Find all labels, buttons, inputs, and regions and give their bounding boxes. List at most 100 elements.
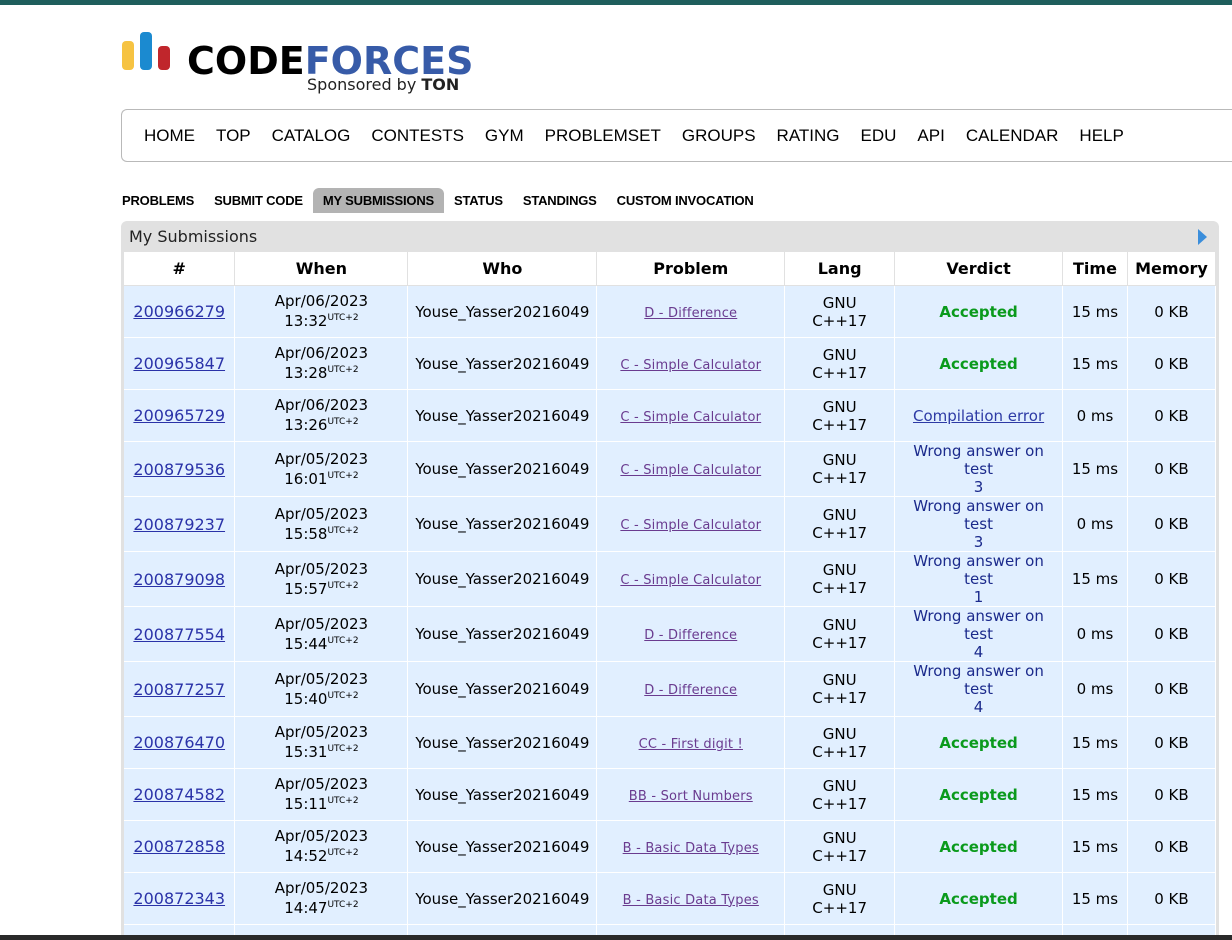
table-row: 200879536 Apr/05/2023 16:01UTC+2 Youse_Yass…	[124, 441, 1217, 497]
menu-item-rating[interactable]: RATING	[777, 126, 840, 146]
lang-line-1: GNU	[822, 880, 857, 899]
sponsor-prefix: Sponsored by	[307, 75, 422, 94]
submission-date: Apr/06/2023	[274, 344, 369, 362]
verdict-accepted: Accepted	[939, 733, 1018, 752]
submenu-standings[interactable]: STANDINGS	[513, 188, 607, 213]
submission-date: Apr/05/2023	[274, 827, 369, 845]
author-handle[interactable]: Youse_Yasser20216049	[415, 355, 589, 373]
author-handle[interactable]: Youse_Yasser20216049	[415, 680, 589, 698]
author-handle[interactable]: Youse_Yasser20216049	[415, 407, 589, 425]
submission-date: Apr/06/2023	[274, 292, 369, 310]
lang-line-2: C++17	[812, 634, 867, 652]
who-cell: Youse_Yasser20216049	[407, 285, 598, 338]
submission-time: 15:44	[284, 634, 328, 653]
timezone-label: UTC+2	[327, 580, 359, 591]
problem-link[interactable]: CC - First digit !	[639, 737, 743, 752]
verdict-text: Wrong answer on test	[913, 607, 1044, 643]
menu-item-api[interactable]: API	[917, 126, 944, 146]
lang-line-1: GNU	[822, 828, 857, 847]
author-handle[interactable]: Youse_Yasser20216049	[415, 786, 589, 804]
submenu-submit-code[interactable]: SUBMIT CODE	[204, 188, 313, 213]
submission-id-link[interactable]: 200965847	[133, 354, 225, 373]
bottom-window-bar	[0, 935, 1232, 940]
submission-id-link[interactable]: 200879536	[133, 460, 225, 479]
menu-item-edu[interactable]: EDU	[861, 126, 897, 146]
problem-cell: C - Simple Calculator	[596, 551, 786, 607]
problem-cell: C - Simple Calculator	[596, 389, 786, 442]
submission-id-link[interactable]: 200874582	[133, 785, 225, 804]
verdict-cell: Wrong answer on test 4	[894, 661, 1063, 717]
menu-item-contests[interactable]: CONTESTS	[371, 126, 464, 146]
submission-id-link[interactable]: 200879237	[133, 515, 225, 534]
who-cell: Youse_Yasser20216049	[407, 716, 598, 769]
column-header: #	[124, 252, 236, 286]
submission-id-link[interactable]: 200877257	[133, 680, 225, 699]
problem-link[interactable]: B - Basic Data Types	[623, 841, 759, 856]
submenu-status[interactable]: STATUS	[444, 188, 513, 213]
problem-link[interactable]: D - Difference	[644, 683, 737, 698]
submission-id-link[interactable]: 200966279	[133, 302, 225, 321]
menu-item-catalog[interactable]: CATALOG	[272, 126, 351, 146]
menu-item-problemset[interactable]: PROBLEMSET	[545, 126, 661, 146]
sidebar-toggle-arrow-icon[interactable]	[1198, 229, 1207, 245]
submenu-my-submissions[interactable]: MY SUBMISSIONS	[312, 188, 444, 213]
menu-item-help[interactable]: HELP	[1079, 126, 1123, 146]
menu-item-gym[interactable]: GYM	[485, 126, 524, 146]
lang-line-1: GNU	[822, 451, 857, 469]
submission-time: 16:01	[284, 469, 328, 488]
submission-id-link[interactable]: 200876470	[133, 733, 225, 752]
author-handle[interactable]: Youse_Yasser20216049	[415, 460, 589, 478]
submission-time: 15:11	[284, 795, 328, 813]
problem-link[interactable]: D - Difference	[644, 306, 737, 321]
time-cell: 15 ms	[1062, 441, 1128, 497]
problem-link[interactable]: C - Simple Calculator	[620, 463, 761, 478]
problem-link[interactable]: C - Simple Calculator	[620, 410, 761, 425]
menu-item-calendar[interactable]: CALENDAR	[966, 126, 1059, 146]
problem-link[interactable]: B - Basic Data Types	[623, 893, 759, 908]
column-header: Memory	[1127, 252, 1217, 286]
problem-link[interactable]: D - Difference	[644, 628, 737, 643]
menu-item-groups[interactable]: GROUPS	[682, 126, 756, 146]
lang-line-2: C++17	[812, 846, 867, 865]
memory-cell: 0 KB	[1127, 606, 1217, 662]
column-header: When	[234, 252, 409, 286]
problem-link[interactable]: C - Simple Calculator	[620, 573, 761, 588]
submission-id-link[interactable]: 200965729	[133, 406, 225, 425]
codeforces-logo[interactable]: CODEFORCES Sponsored by TON	[121, 32, 481, 98]
time-cell: 0 ms	[1062, 389, 1128, 442]
problem-link[interactable]: C - Simple Calculator	[620, 518, 761, 533]
timezone-label: UTC+2	[327, 417, 359, 427]
submenu-problems[interactable]: PROBLEMS	[121, 188, 204, 213]
memory-cell: 0 KB	[1127, 661, 1217, 717]
problem-link[interactable]: BB - Sort Numbers	[629, 789, 753, 804]
submenu-custom-invocation[interactable]: CUSTOM INVOCATION	[607, 188, 764, 213]
author-handle[interactable]: Youse_Yasser20216049	[415, 734, 589, 752]
submission-date: Apr/05/2023	[274, 504, 369, 523]
author-handle[interactable]: Youse_Yasser20216049	[415, 890, 589, 908]
submission-id-link[interactable]: 200872858	[133, 837, 225, 856]
verdict-cell: Accepted	[894, 820, 1063, 873]
menu-item-top[interactable]: TOP	[216, 126, 251, 146]
submission-id-link[interactable]: 200879098	[133, 570, 225, 589]
time-cell: 15 ms	[1062, 924, 1128, 935]
author-handle[interactable]: Youse_Yasser20216049	[415, 515, 589, 533]
submission-id-cell: 200966279	[124, 285, 236, 338]
problem-link[interactable]: C - Simple Calculator	[620, 358, 761, 373]
verdict-wrong-answer: Wrong answer on test 1	[913, 552, 1044, 606]
verdict-compilation-error-link[interactable]: Compilation error	[913, 407, 1044, 425]
lang-cell: GNU C++17	[784, 496, 896, 552]
author-handle[interactable]: Youse_Yasser20216049	[415, 625, 589, 643]
problem-cell: CC - First digit !	[596, 716, 786, 769]
verdict-cell: Wrong answer on test 3	[894, 441, 1063, 497]
verdict-test-number: 4	[973, 643, 984, 661]
submission-time: 13:28	[284, 364, 328, 382]
submission-id-link[interactable]: 200877554	[133, 625, 225, 644]
author-handle[interactable]: Youse_Yasser20216049	[415, 838, 589, 856]
submission-id-link[interactable]: 200872343	[133, 889, 225, 908]
memory-cell: 0 KB	[1127, 551, 1217, 607]
author-handle[interactable]: Youse_Yasser20216049	[415, 570, 589, 588]
verdict-text: Wrong answer on test	[913, 497, 1044, 533]
author-handle[interactable]: Youse_Yasser20216049	[415, 303, 589, 321]
memory-cell: 0 KB	[1127, 768, 1217, 821]
menu-item-home[interactable]: HOME	[144, 126, 195, 146]
